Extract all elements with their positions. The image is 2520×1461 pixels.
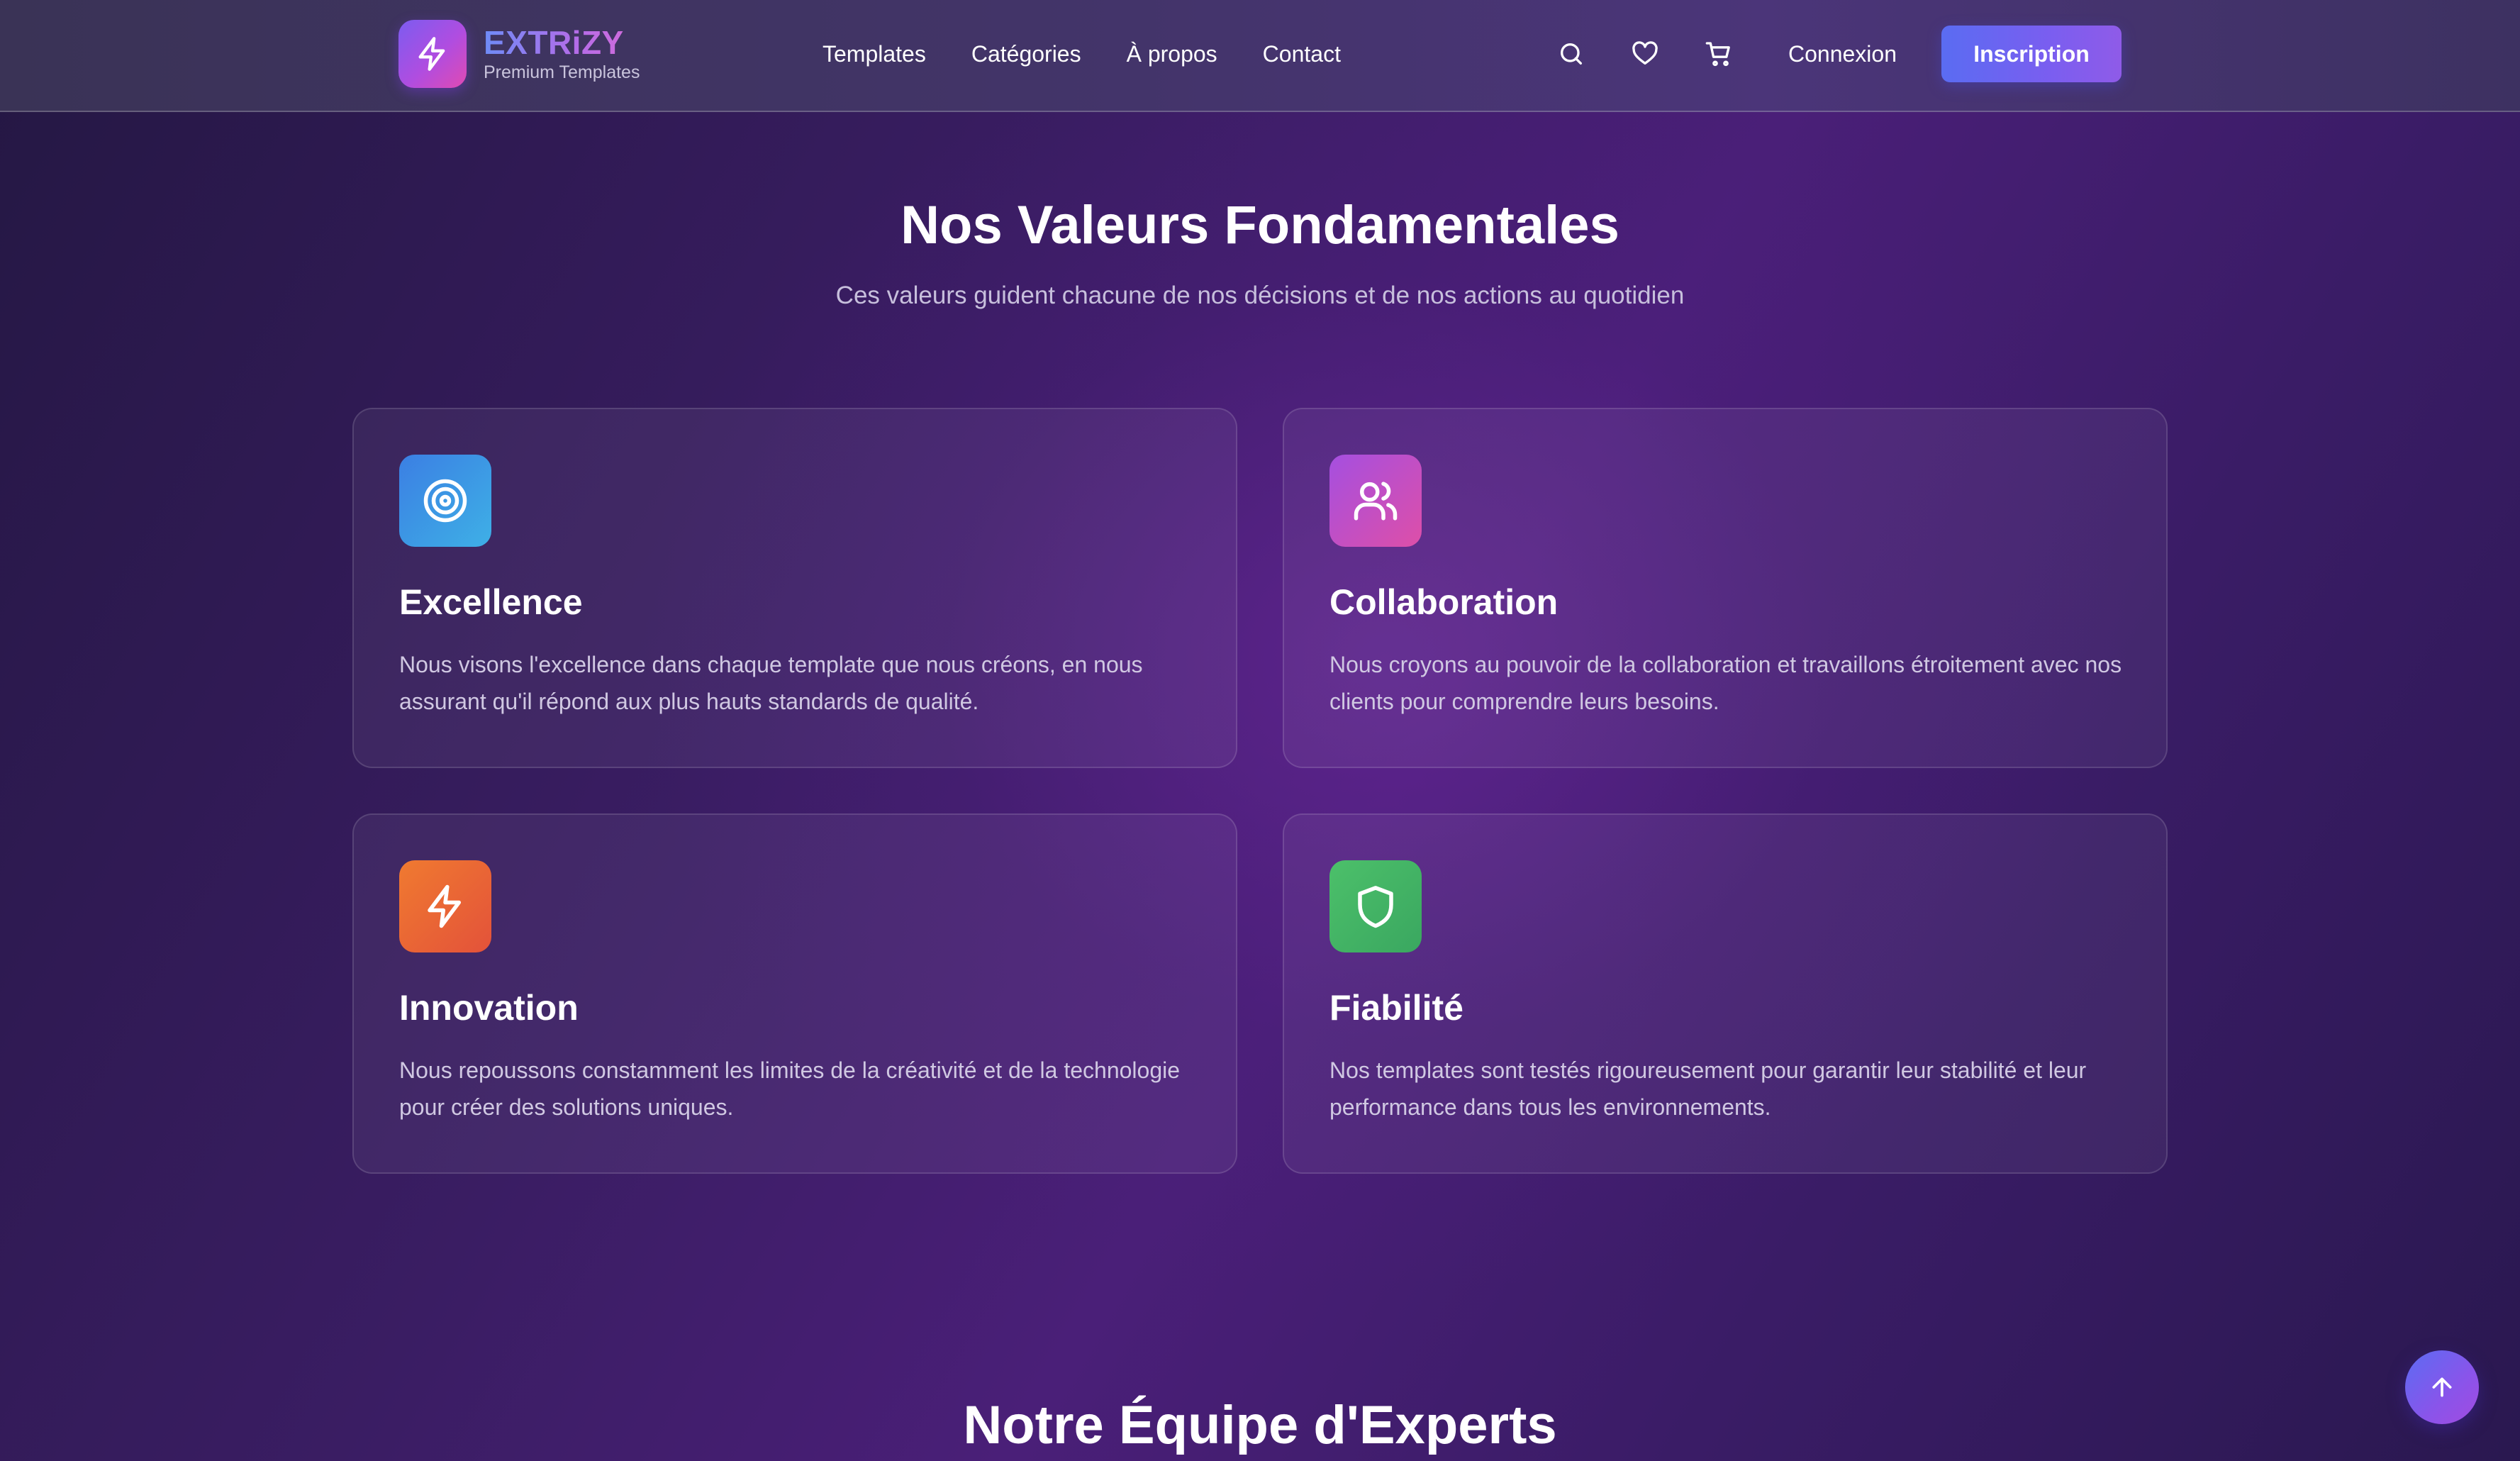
search-icon[interactable]: [1554, 37, 1588, 71]
header-actions: [1554, 37, 1736, 71]
nav-link-categories[interactable]: Catégories: [971, 35, 1081, 72]
value-card-description: Nos templates sont testés rigoureusement…: [1329, 1057, 2087, 1120]
value-card-title: Innovation: [399, 988, 579, 1028]
value-card-reliability: Fiabilité Nos templates sont testés rigo…: [1283, 813, 2168, 1174]
team-title: Notre Équipe d'Experts: [963, 1395, 1557, 1455]
lightning-icon: [399, 860, 491, 952]
nav-link-about[interactable]: À propos: [1127, 35, 1217, 72]
nav-link-contact[interactable]: Contact: [1263, 35, 1341, 72]
arrow-up-icon: [2432, 1377, 2452, 1397]
signup-button[interactable]: Inscription: [1941, 26, 2122, 82]
nav-link-templates[interactable]: Templates: [823, 35, 926, 72]
heart-icon[interactable]: [1628, 37, 1662, 71]
value-card-description: Nous croyons au pouvoir de la collaborat…: [1329, 652, 2122, 714]
value-card-description: Nous repoussons constamment les limites …: [399, 1057, 1181, 1120]
shield-icon: [1329, 860, 1422, 952]
value-card-title: Fiabilité: [1329, 988, 1464, 1028]
value-card-description: Nous visons l'excellence dans chaque tem…: [399, 652, 1143, 714]
value-card-title: Excellence: [399, 582, 583, 622]
brand-name: EXTRiZY: [484, 25, 640, 60]
cart-icon[interactable]: [1702, 37, 1736, 71]
brand-logo[interactable]: EXTRiZY Premium Templates: [398, 20, 640, 88]
value-card-innovation: Innovation Nous repoussons constamment l…: [352, 813, 1237, 1174]
values-subtitle: Ces valeurs guident chacune de nos décis…: [835, 282, 1685, 309]
scroll-to-top-button[interactable]: [2405, 1350, 2479, 1424]
value-card-collaboration: Collaboration Nous croyons au pouvoir de…: [1283, 408, 2168, 768]
main-nav: Templates Catégories À propos Contact: [823, 35, 1341, 72]
site-header: EXTRiZY Premium Templates Templates Caté…: [0, 0, 2520, 112]
value-card-excellence: Excellence Nous visons l'excellence dans…: [352, 408, 1237, 768]
users-icon: [1329, 455, 1422, 547]
target-icon: [399, 455, 491, 547]
value-card-title: Collaboration: [1329, 582, 1559, 622]
lightning-icon: [398, 20, 467, 88]
values-title: Nos Valeurs Fondamentales: [901, 195, 1619, 255]
brand-tagline: Premium Templates: [484, 62, 640, 82]
login-link[interactable]: Connexion: [1788, 35, 1897, 72]
